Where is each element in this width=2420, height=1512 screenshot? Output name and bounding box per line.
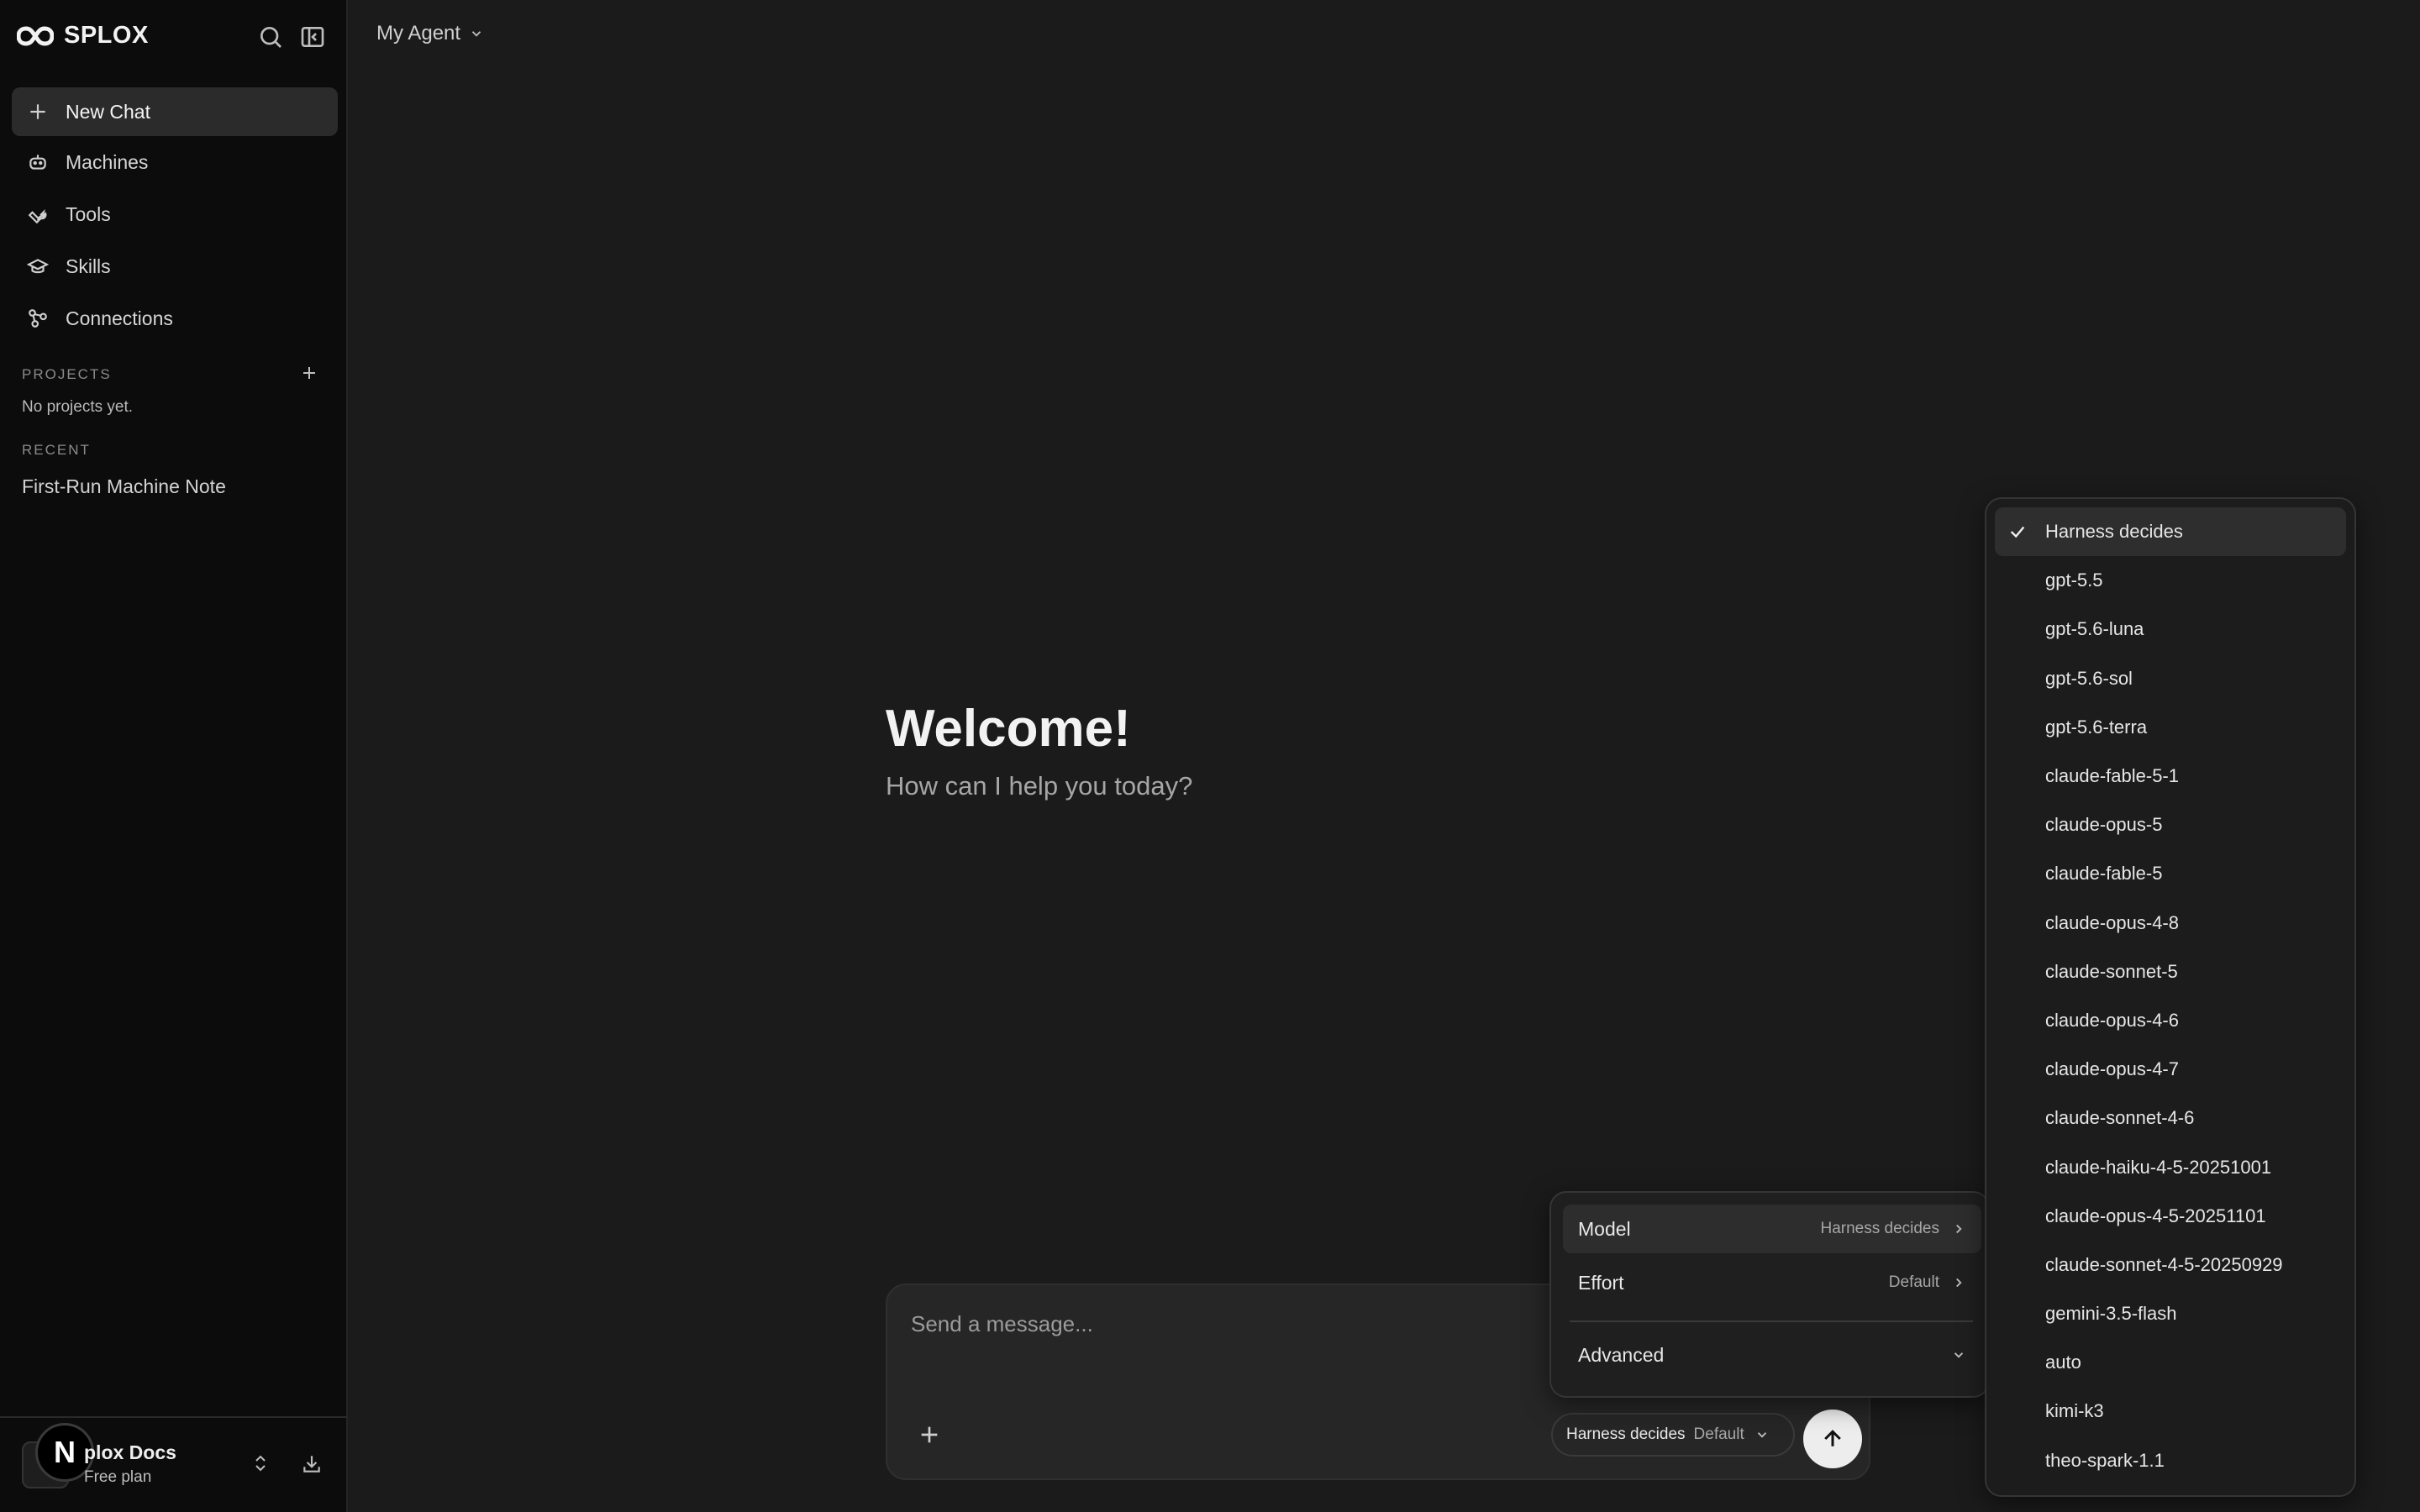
projects-heading: PROJECTS xyxy=(22,366,112,382)
robot-icon xyxy=(27,151,49,173)
search-icon[interactable] xyxy=(257,24,284,50)
model-option[interactable]: theo-spark-1.1 xyxy=(1995,1436,2346,1485)
add-project-icon[interactable] xyxy=(299,363,319,383)
model-option-label: claude-sonnet-5 xyxy=(2045,960,2178,982)
check-icon xyxy=(2008,522,2027,541)
advanced-row-label: Advanced xyxy=(1578,1343,1665,1366)
model-option-label: Harness decides xyxy=(2045,521,2183,543)
new-chat-button[interactable]: New Chat xyxy=(12,87,338,136)
sidebar-item-label: Connections xyxy=(66,307,173,329)
model-option[interactable]: claude-sonnet-5 xyxy=(1995,948,2346,996)
model-option-label: gpt-5.5 xyxy=(2045,570,2103,591)
model-option[interactable]: gpt-5.6-terra xyxy=(1995,703,2346,752)
model-option[interactable]: claude-fable-5 xyxy=(1995,849,2346,898)
model-option-label: kimi-k3 xyxy=(2045,1400,2104,1422)
effort-row-label: Effort xyxy=(1578,1271,1624,1294)
model-row-label: Model xyxy=(1578,1217,1631,1240)
effort-row-value: Default xyxy=(1888,1273,1939,1291)
model-pill-effort: Default xyxy=(1693,1425,1744,1443)
brand[interactable]: SPLOX xyxy=(17,22,149,50)
model-option[interactable]: claude-sonnet-4-5-20250929 xyxy=(1995,1241,2346,1289)
model-row[interactable]: Model Harness decides xyxy=(1563,1205,1981,1253)
download-icon[interactable] xyxy=(301,1453,323,1475)
model-option-label: gpt-5.6-sol xyxy=(2045,667,2133,689)
attach-plus-icon[interactable] xyxy=(916,1421,943,1448)
model-option-label: claude-sonnet-4-6 xyxy=(2045,1107,2195,1129)
sidebar-item-label: Tools xyxy=(66,202,111,225)
model-row-value: Harness decides xyxy=(1820,1220,1939,1237)
workspace-name[interactable]: plox Docs xyxy=(84,1441,176,1464)
new-chat-label: New Chat xyxy=(66,100,150,123)
splox-logo-icon xyxy=(17,25,54,46)
connections-icon xyxy=(27,307,49,329)
model-option[interactable]: claude-opus-4-8 xyxy=(1995,899,2346,948)
chevron-right-icon xyxy=(1951,1221,1966,1236)
recent-chat-item[interactable]: First-Run Machine Note xyxy=(22,475,226,498)
effort-row[interactable]: Effort Default xyxy=(1563,1258,1981,1307)
graduation-cap-icon xyxy=(27,255,49,277)
model-settings-button[interactable]: Harness decides Default xyxy=(1551,1413,1795,1457)
model-option-label: claude-opus-5 xyxy=(2045,814,2163,836)
model-menu: Harness decides gpt-5.5 gpt-5.6-luna gpt-5.… xyxy=(1985,497,2356,1497)
model-option-label: claude-fable-5 xyxy=(2045,863,2163,885)
model-option[interactable]: Harness decides xyxy=(1995,507,2346,557)
chevron-right-icon xyxy=(1951,1275,1966,1290)
model-option-label: claude-opus-4-6 xyxy=(2045,1009,2179,1031)
settings-popover: Model Harness decides Effort Default Adv… xyxy=(1549,1191,1990,1398)
projects-empty-text: No projects yet. xyxy=(22,398,133,416)
model-option-label: claude-haiku-4-5-20251001 xyxy=(2045,1156,2272,1178)
model-option-label: claude-opus-4-7 xyxy=(2045,1058,2179,1080)
model-option-label: auto xyxy=(2045,1352,2081,1373)
chevron-down-icon xyxy=(1754,1427,1770,1442)
advanced-row[interactable]: Advanced xyxy=(1563,1331,1981,1379)
model-option-label: claude-opus-4-5-20251101 xyxy=(2045,1205,2266,1226)
model-option[interactable]: claude-opus-4-5-20251101 xyxy=(1995,1192,2346,1241)
chevron-down-icon xyxy=(1951,1347,1966,1362)
plus-icon xyxy=(27,101,49,123)
model-option[interactable]: claude-fable-5-1 xyxy=(1995,752,2346,801)
model-option-label: claude-opus-4-8 xyxy=(2045,911,2179,933)
collapse-sidebar-icon[interactable] xyxy=(299,24,326,50)
model-option[interactable]: kimi-k3 xyxy=(1995,1387,2346,1436)
model-option[interactable]: gemini-3.5-flash xyxy=(1995,1289,2346,1338)
arrow-up-icon xyxy=(1824,1430,1841,1446)
workspace-plan: Free plan xyxy=(84,1468,152,1486)
agent-name: My Agent xyxy=(376,22,461,45)
model-option[interactable]: claude-opus-5 xyxy=(1995,801,2346,849)
model-option-label: gpt-5.6-luna xyxy=(2045,618,2144,640)
sidebar-item-label: Machines xyxy=(66,150,149,173)
model-option[interactable]: claude-opus-4-7 xyxy=(1995,1045,2346,1094)
sidebar-item-label: Skills xyxy=(66,255,111,277)
welcome-subtitle: How can I help you today? xyxy=(886,771,1193,801)
recent-heading: RECENT xyxy=(22,442,91,458)
model-option[interactable]: claude-haiku-4-5-20251001 xyxy=(1995,1142,2346,1191)
agent-selector[interactable]: My Agent xyxy=(376,22,484,45)
message-input[interactable] xyxy=(911,1307,1516,1341)
wrench-icon xyxy=(27,203,49,225)
model-option-label: claude-fable-5-1 xyxy=(2045,765,2179,787)
sidebar-item-tools[interactable]: Tools xyxy=(12,190,338,239)
model-option-label: claude-sonnet-4-5-20250929 xyxy=(2045,1253,2283,1275)
sidebar-footer-divider xyxy=(0,1416,348,1418)
model-option[interactable]: gpt-5.6-sol xyxy=(1995,654,2346,703)
sidebar-item-skills[interactable]: Skills xyxy=(12,242,338,291)
model-option-label: theo-spark-1.1 xyxy=(2045,1449,2165,1471)
popover-divider xyxy=(1570,1320,1973,1322)
model-option[interactable]: auto xyxy=(1995,1338,2346,1387)
welcome-title: Welcome! xyxy=(886,700,1131,758)
sidebar-item-machines[interactable]: Machines xyxy=(12,138,338,186)
model-option[interactable]: gpt-5.6-luna xyxy=(1995,605,2346,654)
model-option[interactable]: claude-sonnet-4-6 xyxy=(1995,1094,2346,1142)
chevron-down-icon xyxy=(469,26,484,41)
model-option[interactable]: claude-opus-4-6 xyxy=(1995,996,2346,1045)
model-pill-model: Harness decides xyxy=(1566,1425,1686,1443)
brand-name: SPLOX xyxy=(64,22,149,49)
model-option-label: gpt-5.6-terra xyxy=(2045,716,2148,738)
model-option-label: gemini-3.5-flash xyxy=(2045,1303,2177,1325)
model-option[interactable]: gpt-5.5 xyxy=(1995,556,2346,605)
sidebar-item-connections[interactable]: Connections xyxy=(12,294,338,343)
chevrons-up-down-icon[interactable] xyxy=(250,1453,271,1473)
sidebar: SPLOX New Chat Machines Tools Skills Con… xyxy=(0,0,348,1512)
send-button[interactable] xyxy=(1803,1410,1862,1468)
